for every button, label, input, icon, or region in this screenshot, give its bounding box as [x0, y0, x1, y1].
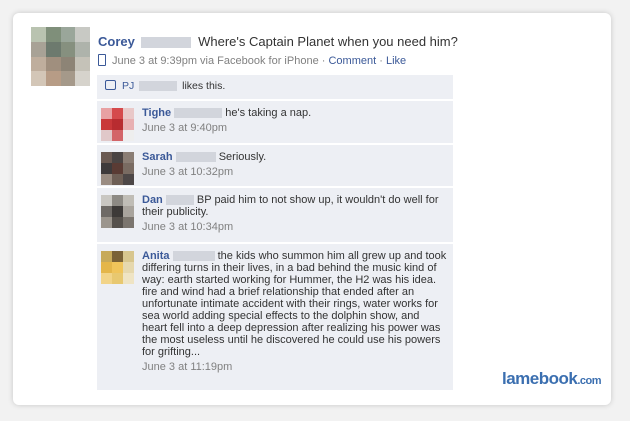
comment-link[interactable]: Comment [328, 55, 376, 67]
comment-time: June 3 at 10:34pm [142, 221, 234, 233]
redacted-lastname [172, 251, 215, 262]
commenter-avatar[interactable] [101, 108, 134, 141]
likes-row: PJ likes this. [97, 75, 453, 99]
brand-name: lamebook [502, 369, 578, 388]
redacted-lastname [139, 81, 178, 92]
post-author-name[interactable]: Corey [98, 34, 135, 49]
comment-item: Tighe he's taking a nap. June 3 at 9:40p… [97, 101, 453, 143]
lamebook-logo: lamebook.com [502, 369, 602, 389]
comment-body: Tighe he's taking a nap. [142, 107, 447, 119]
comment-body: Dan BP paid him to not show up, it would… [142, 194, 447, 218]
post-message: Where's Captain Planet when you need him… [198, 34, 458, 49]
thumbs-up-icon [105, 80, 116, 90]
commenter-name[interactable]: Sarah [142, 151, 173, 163]
brand-suffix: .com [577, 375, 602, 387]
comment-time: June 3 at 10:32pm [142, 166, 234, 178]
mobile-phone-icon [98, 54, 106, 66]
likes-text: likes this. [182, 80, 226, 92]
comment-time: June 3 at 11:19pm [142, 361, 233, 373]
comment-text: the kids who summon him all grew up and … [142, 250, 447, 358]
commenter-name[interactable]: Tighe [142, 107, 171, 119]
feedback-section: PJ likes this. Tighe he's taking a nap. … [97, 75, 453, 390]
commenter-name[interactable]: Anita [142, 250, 170, 262]
comment-text: he's taking a nap. [225, 107, 312, 119]
post-author-avatar[interactable] [31, 27, 90, 86]
commenter-avatar[interactable] [101, 251, 134, 284]
comment-time: June 3 at 9:40pm [142, 122, 228, 134]
like-link[interactable]: Like [386, 55, 406, 67]
redacted-lastname [174, 108, 223, 119]
separator: · [379, 55, 383, 67]
comment-text: Seriously. [218, 151, 267, 163]
comment-item: Anita the kids who summon him all grew u… [97, 244, 453, 390]
comment-body: Sarah Seriously. [142, 151, 447, 163]
post-time[interactable]: June 3 at 9:39pm via Facebook for iPhone [112, 55, 319, 67]
comment-item: Dan BP paid him to not show up, it would… [97, 188, 453, 242]
comment-item: Sarah Seriously. June 3 at 10:32pm [97, 145, 453, 186]
separator: · [321, 55, 326, 67]
commenter-avatar[interactable] [101, 152, 134, 185]
commenter-name[interactable]: Dan [142, 194, 163, 206]
post-meta: June 3 at 9:39pm via Facebook for iPhone… [98, 54, 406, 67]
commenter-avatar[interactable] [101, 195, 134, 228]
redacted-lastname [141, 37, 192, 49]
redacted-lastname [175, 152, 216, 163]
liker-name[interactable]: PJ [122, 80, 134, 92]
comment-body: Anita the kids who summon him all grew u… [142, 250, 447, 358]
post-header: Corey Where's Captain Planet when you ne… [98, 34, 458, 49]
redacted-lastname [165, 195, 194, 206]
